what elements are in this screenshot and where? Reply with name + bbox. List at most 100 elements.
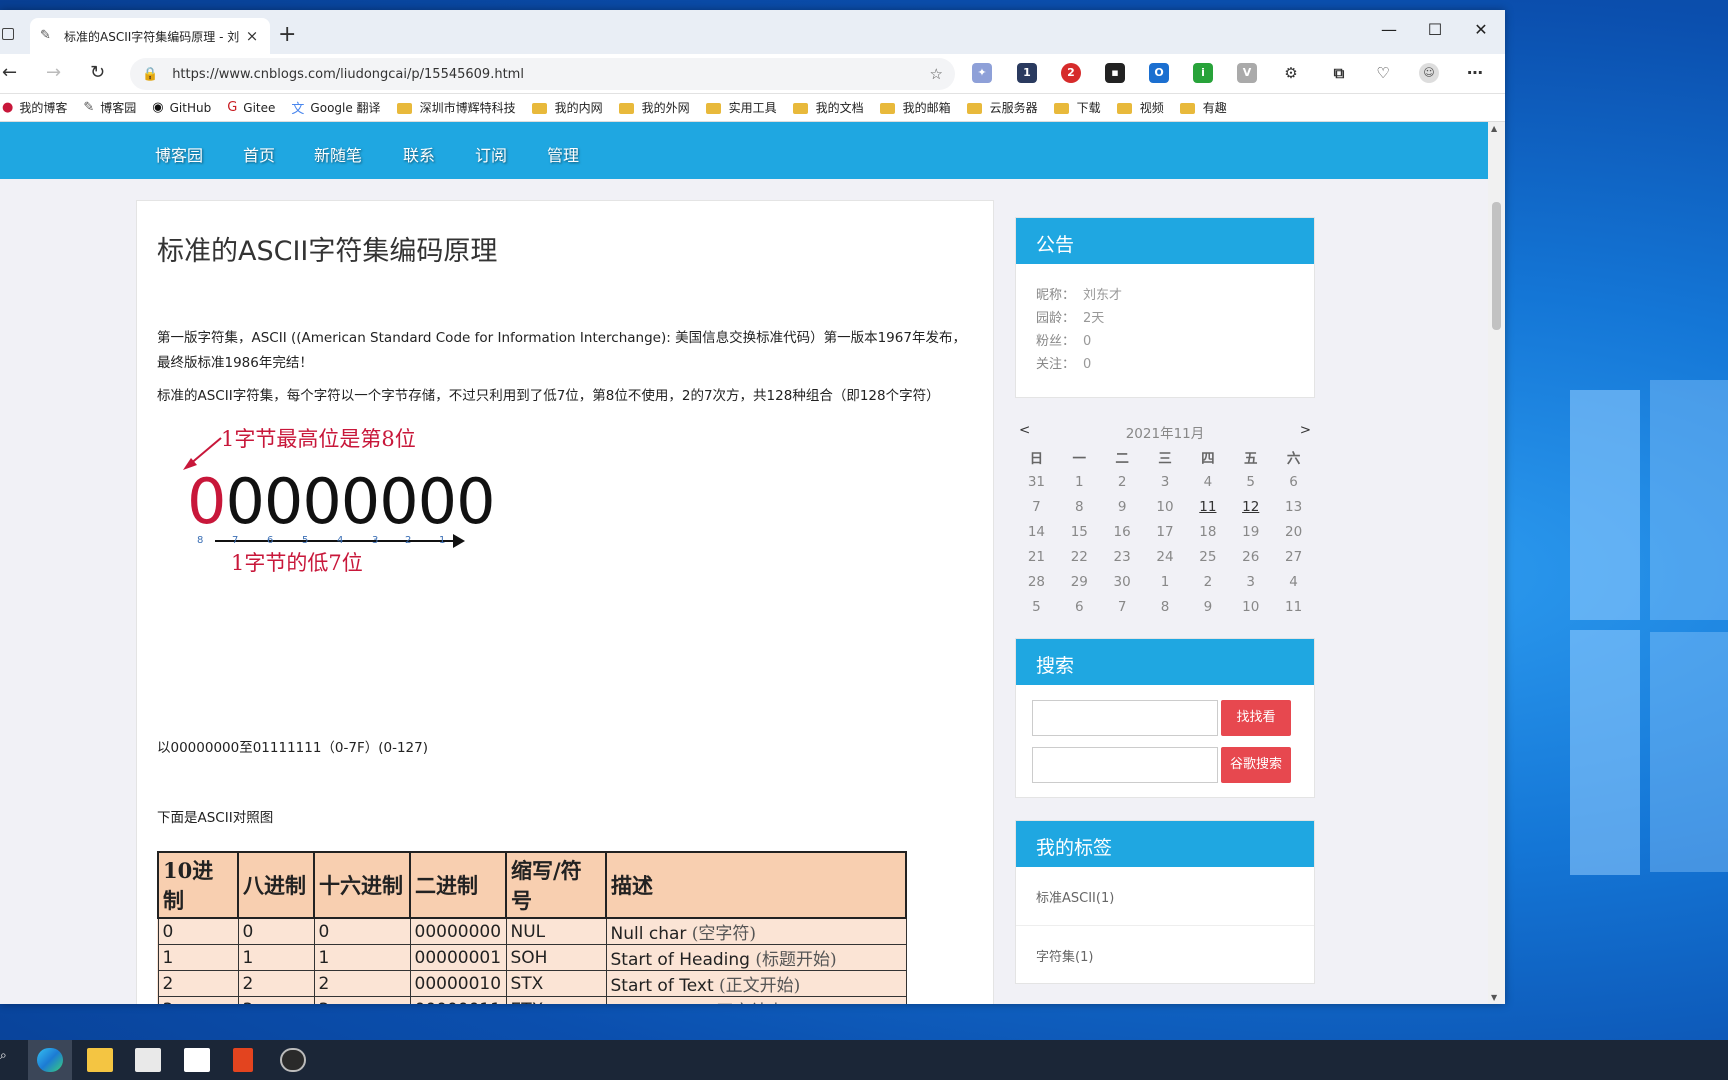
folder-icon bbox=[1179, 103, 1195, 114]
tab-title: 标准的ASCII字符集编码原理 - 刘 bbox=[64, 29, 240, 44]
notice-key: 昵称： bbox=[1036, 288, 1076, 303]
tag-link[interactable]: 标准ASCII(1) bbox=[1016, 867, 1314, 926]
scroll-up-icon[interactable]: ▲ bbox=[1491, 124, 1497, 133]
profile-avatar-icon[interactable]: ☺ bbox=[1419, 63, 1439, 83]
nav-admin[interactable]: 管理 bbox=[547, 142, 579, 166]
obs-icon[interactable] bbox=[280, 1048, 306, 1072]
extension-v-icon[interactable]: V bbox=[1237, 63, 1257, 83]
browser-tab[interactable]: ✎ 标准的ASCII字符集编码原理 - 刘 × bbox=[30, 18, 270, 54]
close-tab-icon[interactable]: × bbox=[244, 27, 260, 45]
back-icon[interactable]: ← bbox=[2, 62, 17, 83]
paragraph: 标准的ASCII字符集，每个字符以一个字节存储，不过只利用到了低7位，第8位不使… bbox=[157, 388, 940, 404]
extension-green-icon[interactable]: i bbox=[1193, 63, 1213, 83]
notice-key: 园龄： bbox=[1036, 311, 1076, 326]
table-cell: STX bbox=[505, 970, 607, 997]
mail-icon[interactable] bbox=[184, 1048, 210, 1072]
close-window-icon[interactable]: ✕ bbox=[1458, 20, 1504, 39]
table-cell: 0 bbox=[313, 917, 411, 945]
calendar-day[interactable]: 11 bbox=[1186, 499, 1229, 515]
diagram-bottom-label: 1字节的低7位 bbox=[231, 551, 363, 575]
extension-badge-icon[interactable]: 1 bbox=[1017, 63, 1037, 83]
calendar-day[interactable]: 12 bbox=[1229, 499, 1272, 515]
table-cell: 2 bbox=[157, 970, 239, 997]
bookmark-item[interactable]: ✎ 博客园 bbox=[83, 99, 136, 116]
bit-number: 7 bbox=[232, 535, 239, 546]
search-icon[interactable]: ⌕ bbox=[0, 1048, 10, 1072]
office-icon[interactable] bbox=[233, 1048, 253, 1072]
new-tab-icon[interactable]: + bbox=[278, 22, 296, 47]
browser-essentials-icon[interactable]: ♡ bbox=[1373, 63, 1393, 83]
bit-number: 5 bbox=[302, 535, 309, 546]
nav-new-post[interactable]: 新随笔 bbox=[314, 142, 362, 166]
extensions-icon[interactable]: ⚙ bbox=[1281, 63, 1301, 83]
windows-logo-pane bbox=[1650, 632, 1728, 872]
bookmark-item[interactable]: 有趣 bbox=[1179, 99, 1227, 116]
calendar-next[interactable]: > bbox=[1300, 422, 1311, 438]
calendar-day: 10 bbox=[1242, 598, 1260, 615]
table-cell: 3 bbox=[237, 996, 315, 1004]
table-header-cell: 八进制 bbox=[237, 851, 315, 919]
forward-icon[interactable]: → bbox=[46, 62, 61, 83]
bookmark-item[interactable]: 文 Google 翻译 bbox=[291, 98, 380, 117]
store-icon[interactable] bbox=[135, 1048, 161, 1072]
calendar-day: 30 bbox=[1113, 573, 1131, 590]
nav-contact[interactable]: 联系 bbox=[403, 142, 435, 166]
low-bits: 0000000 bbox=[225, 465, 495, 538]
refresh-icon[interactable]: ↻ bbox=[90, 62, 105, 83]
edge-icon[interactable] bbox=[37, 1048, 63, 1072]
bookmark-item[interactable]: G Gitee bbox=[227, 100, 275, 115]
high-bit: 0 bbox=[187, 465, 226, 538]
calendar-day: 22 bbox=[1070, 548, 1088, 565]
title-bar: ✎ 标准的ASCII字符集编码原理 - 刘 × + — ☐ ✕ bbox=[0, 10, 1505, 54]
search-input[interactable] bbox=[1032, 700, 1218, 736]
github-icon: ◉ bbox=[152, 100, 164, 115]
notice-title: 公告 bbox=[1016, 218, 1314, 264]
google-search-button[interactable]: 谷歌搜索 bbox=[1221, 747, 1291, 783]
bookmark-item[interactable]: 实用工具 bbox=[705, 99, 777, 116]
bookmark-item[interactable]: 我的文档 bbox=[792, 99, 864, 116]
tab-actions-icon[interactable] bbox=[2, 28, 14, 40]
notice-value[interactable]: 刘东才 bbox=[1083, 288, 1122, 303]
tag-link[interactable]: 字符集(1) bbox=[1016, 926, 1314, 985]
nav-subscribe[interactable]: 订阅 bbox=[475, 142, 507, 166]
bookmark-label: 我的外网 bbox=[641, 101, 690, 115]
calendar-day: 2 bbox=[1117, 473, 1127, 490]
google-search-input[interactable] bbox=[1032, 747, 1218, 783]
extension-dark-icon[interactable]: ▪ bbox=[1105, 63, 1125, 83]
folder-icon bbox=[792, 103, 808, 114]
calendar-prev[interactable]: < bbox=[1019, 422, 1030, 438]
outlook-icon[interactable]: O bbox=[1149, 63, 1169, 83]
bookmark-item[interactable]: ◉ GitHub bbox=[152, 100, 211, 115]
bookmark-item[interactable]: 深圳市博辉特科技 bbox=[396, 99, 516, 116]
bookmark-item[interactable]: 我的邮箱 bbox=[879, 99, 951, 116]
bookmark-item[interactable]: 我的内网 bbox=[531, 99, 603, 116]
table-header-cell: 二进制 bbox=[409, 851, 507, 919]
vertical-scrollbar[interactable]: ▲ ▼ bbox=[1488, 122, 1505, 1004]
table-cell: 00000011 bbox=[409, 996, 507, 1004]
post-title[interactable]: 标准的ASCII字符集编码原理 bbox=[157, 229, 497, 268]
badge-count: 1 bbox=[1023, 66, 1031, 79]
scroll-down-icon[interactable]: ▼ bbox=[1491, 993, 1497, 1002]
search-button[interactable]: 找找看 bbox=[1221, 700, 1291, 736]
bookmark-item[interactable]: 云服务器 bbox=[966, 99, 1038, 116]
calendar-day: 23 bbox=[1113, 548, 1131, 565]
bookmark-item[interactable]: 下载 bbox=[1053, 99, 1101, 116]
file-explorer-icon[interactable] bbox=[87, 1048, 113, 1072]
bookmark-label: 下载 bbox=[1076, 101, 1101, 115]
address-bar[interactable]: 🔒 https://www.cnblogs.com/liudongcai/p/1… bbox=[130, 58, 955, 90]
nav-cnblogs[interactable]: 博客园 bbox=[155, 142, 203, 166]
nav-home[interactable]: 首页 bbox=[243, 142, 275, 166]
scroll-thumb[interactable] bbox=[1492, 202, 1501, 330]
collections-icon[interactable]: ⧉ bbox=[1329, 63, 1349, 83]
extension-red-icon[interactable]: 2 bbox=[1061, 63, 1081, 83]
more-menu-icon[interactable]: ⋯ bbox=[1465, 63, 1485, 83]
bookmark-item[interactable]: 我的外网 bbox=[618, 99, 690, 116]
favorite-star-icon[interactable]: ☆ bbox=[930, 65, 943, 83]
bookmark-item[interactable]: 视频 bbox=[1116, 99, 1164, 116]
bookmark-item[interactable]: ● 我的博客 bbox=[2, 99, 67, 116]
bookmark-label: 深圳市博辉特科技 bbox=[419, 101, 516, 115]
badge-count: 2 bbox=[1067, 66, 1075, 79]
maximize-icon[interactable]: ☐ bbox=[1412, 20, 1458, 39]
minimize-icon[interactable]: — bbox=[1366, 20, 1412, 39]
extension-puzzle-icon[interactable]: ✦ bbox=[972, 63, 992, 83]
